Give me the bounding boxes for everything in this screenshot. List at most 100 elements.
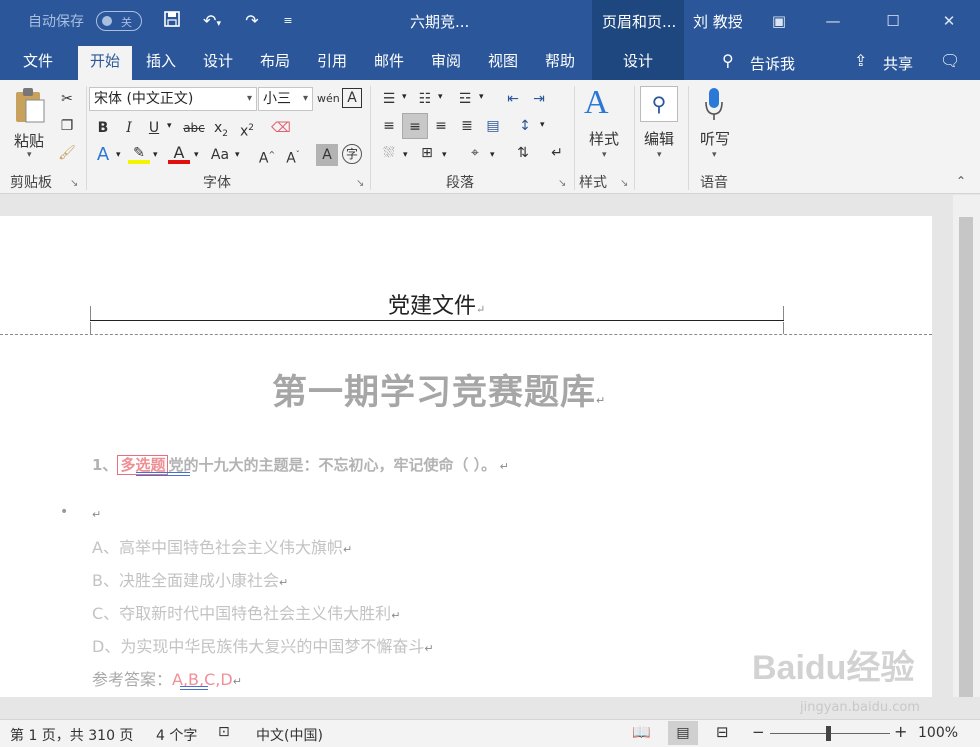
underline-icon[interactable]: U xyxy=(143,117,165,139)
change-case-dropdown-icon[interactable]: ▾ xyxy=(235,150,240,160)
styles-dropdown-icon[interactable]: ▾ xyxy=(602,150,607,160)
borders-dropdown-icon[interactable]: ▾ xyxy=(442,150,447,160)
subscript-icon[interactable]: x2 xyxy=(210,117,232,139)
numbering-dropdown-icon[interactable]: ▾ xyxy=(438,92,443,102)
paste-button[interactable]: 粘贴 xyxy=(14,130,44,151)
styles-button[interactable]: 样式 xyxy=(589,128,619,149)
decrease-indent-icon[interactable]: ⇤ xyxy=(502,88,524,110)
find-icon[interactable]: ⚲ xyxy=(640,86,678,122)
italic-icon[interactable]: I xyxy=(118,117,140,139)
save-icon[interactable] xyxy=(160,10,184,32)
tab-help[interactable]: 帮助 xyxy=(535,42,585,80)
align-right-icon[interactable]: ≡ xyxy=(430,115,452,137)
zoom-in-icon[interactable]: + xyxy=(894,722,907,741)
bullets-dropdown-icon[interactable]: ▾ xyxy=(402,92,407,102)
user-name[interactable]: 刘 教授 xyxy=(693,11,743,32)
grow-font-icon[interactable]: A^ xyxy=(256,144,278,167)
character-shading-icon[interactable]: A xyxy=(316,144,338,166)
tab-insert[interactable]: 插入 xyxy=(136,42,186,80)
change-case-icon[interactable]: Aa xyxy=(206,144,234,166)
font-launcher-icon[interactable]: ↘ xyxy=(356,178,364,189)
tab-references[interactable]: 引用 xyxy=(307,42,357,80)
share-icon[interactable]: ⇪ xyxy=(854,51,867,70)
styles-icon[interactable]: A xyxy=(584,84,609,122)
text-effects-dropdown-icon[interactable]: ▾ xyxy=(116,150,121,160)
tab-home[interactable]: 开始 xyxy=(78,46,132,80)
tab-review[interactable]: 审阅 xyxy=(421,42,471,80)
distributed-icon[interactable]: ▤ xyxy=(482,115,504,137)
multilevel-dropdown-icon[interactable]: ▾ xyxy=(479,92,484,102)
strikethrough-icon[interactable]: abc xyxy=(180,117,208,139)
dictate-microphone-icon[interactable] xyxy=(704,88,724,122)
shading-icon[interactable]: ⛆ xyxy=(378,142,400,164)
customize-qat-icon[interactable]: ≡ xyxy=(276,10,300,32)
text-effects-icon[interactable]: A xyxy=(92,144,114,166)
language-indicator[interactable]: 中文(中国) xyxy=(256,725,323,745)
zoom-level[interactable]: 100% xyxy=(918,725,958,741)
document-heading[interactable]: 第一期学习竞赛题库↵ xyxy=(272,364,606,415)
tab-file[interactable]: 文件 xyxy=(12,42,64,80)
font-size-select[interactable]: 小三 ▾ xyxy=(258,87,313,111)
borders-icon[interactable]: ⊞ xyxy=(416,142,438,164)
lightbulb-search-icon[interactable]: ⚲ xyxy=(722,51,734,70)
justify-icon[interactable]: ≣ xyxy=(456,115,478,137)
comments-icon[interactable]: 🗨 xyxy=(940,51,960,70)
zoom-out-icon[interactable]: − xyxy=(752,723,765,741)
tell-me-box[interactable]: 告诉我 xyxy=(750,53,795,74)
line-spacing-dropdown-icon[interactable]: ▾ xyxy=(540,120,545,130)
redo-icon[interactable]: ↷ xyxy=(240,10,264,32)
document-page[interactable]: 党建文件↵ 第一期学习竞赛题库↵ 1、 多选题 党的十九大的主题是：不忘初心，牢记使… xyxy=(0,216,932,697)
line-spacing-icon[interactable]: ↕ xyxy=(514,115,536,137)
ribbon-display-options-icon[interactable]: ▣ xyxy=(764,8,794,34)
share-button[interactable]: 共享 xyxy=(883,53,913,74)
align-left-icon[interactable]: ≡ xyxy=(378,115,400,137)
font-color-dropdown-icon[interactable]: ▾ xyxy=(194,150,199,160)
page-count[interactable]: 第 1 页，共 310 页 xyxy=(10,725,133,745)
bullets-icon[interactable]: ☰ xyxy=(378,88,400,110)
close-icon[interactable]: ✕ xyxy=(934,8,964,34)
print-layout-icon[interactable]: ▤ xyxy=(668,721,698,745)
increase-indent-icon[interactable]: ⇥ xyxy=(528,88,550,110)
font-color-icon[interactable]: A xyxy=(168,142,190,164)
read-mode-icon[interactable]: 📖 xyxy=(632,723,651,741)
superscript-icon[interactable]: x2 xyxy=(236,117,258,140)
option-a[interactable]: A、高举中国特色社会主义伟大旗帜↵ xyxy=(92,534,352,558)
shading-dropdown-icon[interactable]: ▾ xyxy=(403,150,408,160)
header-text[interactable]: 党建文件↵ xyxy=(388,288,485,320)
highlight-icon[interactable]: ✎ xyxy=(128,142,150,164)
tab-header-footer-design[interactable]: 设计 xyxy=(592,42,684,80)
dictate-button[interactable]: 听写 xyxy=(700,128,730,149)
editing-button[interactable]: 编辑 xyxy=(644,128,674,149)
paragraph-launcher-icon[interactable]: ↘ xyxy=(558,178,566,189)
styles-launcher-icon[interactable]: ↘ xyxy=(620,178,628,189)
underline-dropdown-icon[interactable]: ▾ xyxy=(167,121,172,131)
tab-mailings[interactable]: 邮件 xyxy=(364,42,414,80)
asian-layout-icon[interactable]: ⌖ xyxy=(464,142,486,164)
bold-icon[interactable]: B xyxy=(92,117,114,139)
option-c[interactable]: C、夺取新时代中国特色社会主义伟大胜利↵ xyxy=(92,600,400,624)
scrollbar-thumb[interactable] xyxy=(959,217,973,697)
asian-layout-dropdown-icon[interactable]: ▾ xyxy=(490,150,495,160)
font-name-select[interactable]: 宋体 (中文正文) ▾ xyxy=(89,87,257,111)
option-b[interactable]: B、决胜全面建成小康社会↵ xyxy=(92,567,288,591)
collapse-ribbon-icon[interactable]: ⌃ xyxy=(956,174,966,188)
maximize-icon[interactable]: ☐ xyxy=(878,8,908,34)
phonetic-guide-icon[interactable]: wén xyxy=(317,88,340,110)
web-layout-icon[interactable]: ⊟ xyxy=(716,723,729,741)
paste-icon[interactable] xyxy=(12,86,48,126)
highlight-dropdown-icon[interactable]: ▾ xyxy=(153,150,158,160)
editing-dropdown-icon[interactable]: ▾ xyxy=(657,150,662,160)
autosave-toggle[interactable]: 关 xyxy=(96,11,142,31)
paste-dropdown-icon[interactable]: ▾ xyxy=(27,150,32,160)
sort-icon[interactable]: ⇅ xyxy=(512,142,534,164)
multilevel-list-icon[interactable]: ☲ xyxy=(454,88,476,110)
character-border-icon[interactable]: A xyxy=(342,88,362,108)
answer-line[interactable]: 参考答案：A,B,C,D↵ xyxy=(92,666,242,690)
tab-view[interactable]: 视图 xyxy=(478,42,528,80)
clear-formatting-icon[interactable]: ⌫ xyxy=(270,117,292,139)
clipboard-launcher-icon[interactable]: ↘ xyxy=(70,178,78,189)
minimize-icon[interactable]: — xyxy=(818,8,848,34)
proofing-icon[interactable]: ⊡ xyxy=(218,724,230,740)
tab-design[interactable]: 设计 xyxy=(193,42,243,80)
enclose-characters-icon[interactable]: 字 xyxy=(342,144,362,164)
